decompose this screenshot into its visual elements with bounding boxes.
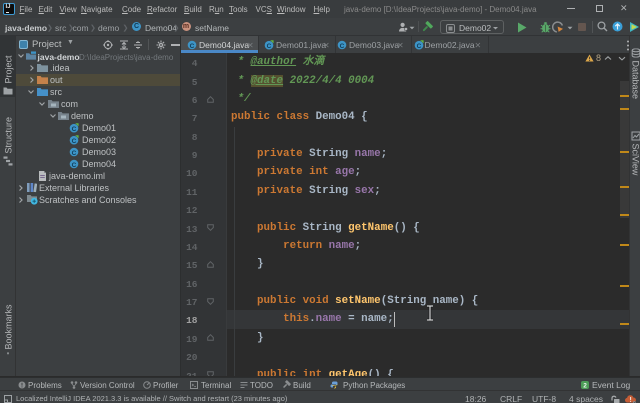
svg-text:C: C (72, 138, 77, 145)
svg-text:C: C (72, 126, 77, 133)
svg-text:2: 2 (583, 382, 587, 389)
svg-text:C: C (72, 162, 77, 169)
svg-text:C: C (72, 150, 77, 157)
svg-text:C: C (190, 43, 195, 50)
svg-text:C: C (267, 43, 272, 50)
svg-text:C: C (417, 43, 422, 50)
svg-text:C: C (340, 43, 345, 50)
